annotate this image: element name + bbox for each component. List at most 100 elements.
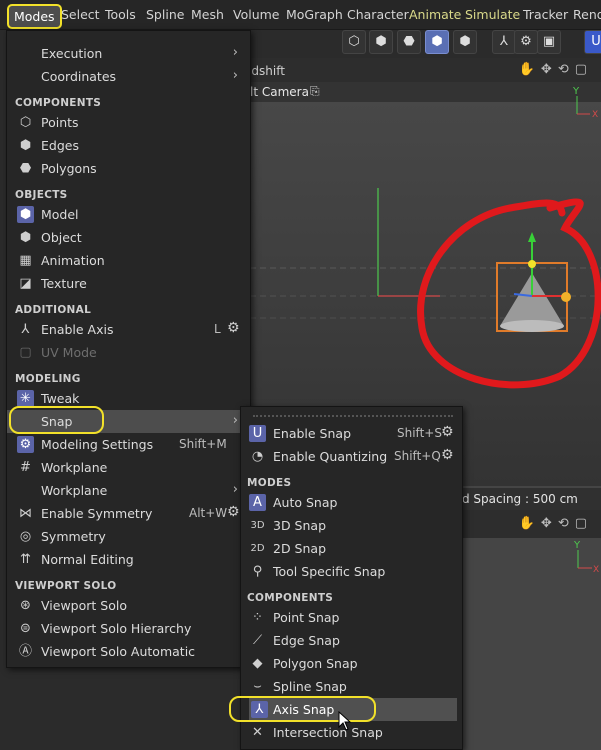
- viewport-solo-label: Viewport Solo: [41, 598, 127, 613]
- gear-icon[interactable]: ⚙: [441, 447, 454, 463]
- texture-icon: ◪: [19, 276, 32, 291]
- menu-tools[interactable]: Tools: [105, 7, 136, 22]
- mouse-cursor-icon: [338, 711, 352, 731]
- modeling-settings-icon: ⚙: [17, 436, 34, 453]
- menu-item-normal-editing[interactable]: ⇈ Normal Editing: [7, 548, 250, 571]
- menu-select[interactable]: Select: [61, 7, 100, 22]
- menu-item-2d-snap[interactable]: 2D 2D Snap: [241, 537, 462, 560]
- menu-render[interactable]: Rende: [573, 7, 601, 22]
- solo-icon[interactable]: ▣: [537, 30, 561, 54]
- menu-tracker[interactable]: Tracker: [523, 7, 568, 22]
- menu-item-tool-specific-snap[interactable]: ⚲ Tool Specific Snap: [241, 560, 462, 583]
- menu-item-viewport-solo-hierarchy[interactable]: ⊜ Viewport Solo Hierarchy: [7, 617, 250, 640]
- 3d-snap-icon: 3D: [250, 520, 265, 531]
- menu-item-symmetry[interactable]: ◎ Symmetry: [7, 525, 250, 548]
- menu-item-texture[interactable]: ◪ Texture: [7, 272, 250, 295]
- menu-item-object[interactable]: ⬢ Object: [7, 226, 250, 249]
- svg-text:Y: Y: [573, 540, 581, 551]
- magnet-icon: U: [249, 425, 266, 442]
- symmetry-tag-icon: ◎: [19, 529, 32, 544]
- menu-item-auto-snap[interactable]: A Auto Snap: [241, 491, 462, 514]
- viewport-solo-hierarchy-label: Viewport Solo Hierarchy: [41, 621, 192, 636]
- modeling-settings-shortcut: Shift+M: [179, 437, 227, 451]
- menu-item-point-snap[interactable]: ⁘ Point Snap: [241, 606, 462, 629]
- workplane-label: Workplane: [41, 460, 108, 475]
- animation-icon: ▦: [19, 253, 32, 268]
- axis-icon: ⅄: [21, 322, 30, 337]
- gear-icon[interactable]: ⚙: [514, 30, 538, 54]
- edge-snap-label: Edge Snap: [273, 633, 340, 648]
- edges-icon: ⬢: [19, 138, 32, 153]
- menu-item-enable-symmetry[interactable]: ⋈ Enable Symmetry Alt+W ⚙: [7, 502, 250, 525]
- points-mode-icon[interactable]: ⬡: [342, 30, 366, 54]
- object-mode-icon[interactable]: ⬢: [453, 30, 477, 54]
- menu-item-enable-quantizing[interactable]: ◔ Enable Quantizing Shift+Q ⚙: [241, 445, 462, 468]
- menu-mesh[interactable]: Mesh: [191, 7, 224, 22]
- section-modes: MODES: [247, 477, 292, 489]
- enable-symmetry-label: Enable Symmetry: [41, 506, 153, 521]
- menu-animate[interactable]: Animate: [409, 7, 461, 22]
- navigation-icons-2[interactable]: ✋✥⟲▢: [519, 516, 593, 531]
- animation-label: Animation: [41, 253, 105, 268]
- point-snap-label: Point Snap: [273, 610, 340, 625]
- menu-item-polygon-snap[interactable]: ◆ Polygon Snap: [241, 652, 462, 675]
- gear-icon[interactable]: ⚙: [441, 424, 454, 440]
- gear-icon[interactable]: ⚙: [227, 320, 240, 336]
- edges-mode-icon[interactable]: ⬢: [369, 30, 393, 54]
- gear-icon[interactable]: ⚙: [227, 504, 240, 520]
- menu-item-enable-snap[interactable]: U Enable Snap Shift+S ⚙: [241, 422, 462, 445]
- workplane-sub-label: Workplane: [41, 483, 108, 498]
- menu-item-viewport-solo-automatic[interactable]: Ⓐ Viewport Solo Automatic: [7, 640, 250, 663]
- chevron-right-icon: ›: [232, 482, 238, 497]
- menu-item-edges[interactable]: ⬢ Edges: [7, 134, 250, 157]
- section-objects: OBJECTS: [15, 189, 68, 201]
- menu-spline[interactable]: Spline: [146, 7, 184, 22]
- svg-text:Y: Y: [572, 86, 580, 97]
- model-mode-icon[interactable]: ⬢: [425, 30, 449, 54]
- menu-item-polygons[interactable]: ⬣ Polygons: [7, 157, 250, 180]
- menu-character[interactable]: Character: [347, 7, 409, 22]
- polygons-icon: ⬣: [19, 161, 32, 176]
- viewport-solo-automatic-label: Viewport Solo Automatic: [41, 644, 196, 659]
- menu-item-enable-axis[interactable]: ⅄ Enable Axis L ⚙: [7, 318, 250, 341]
- workplane-icon: #: [20, 460, 31, 475]
- menu-item-coordinates[interactable]: Coordinates ›: [7, 65, 250, 88]
- menu-mograph[interactable]: MoGraph: [286, 7, 343, 22]
- menu-item-edge-snap[interactable]: ⟋ Edge Snap: [241, 629, 462, 652]
- grid-spacing-label: d Spacing : 500 cm: [462, 492, 578, 506]
- auto-snap-icon: A: [249, 494, 266, 511]
- tool-snap-icon: ⚲: [252, 564, 263, 579]
- menu-item-viewport-solo[interactable]: ⊛ Viewport Solo: [7, 594, 250, 617]
- model-label: Model: [41, 207, 79, 222]
- symmetry-label: Symmetry: [41, 529, 106, 544]
- object-label: Object: [41, 230, 82, 245]
- points-icon: ⬡: [19, 115, 32, 130]
- section-viewport-solo: VIEWPORT SOLO: [15, 580, 117, 592]
- menu-item-workplane[interactable]: # Workplane: [7, 456, 250, 479]
- axis-toggle-icon[interactable]: ⅄: [492, 30, 516, 54]
- enable-snap-shortcut: Shift+S: [397, 426, 442, 440]
- menu-item-3d-snap[interactable]: 3D 3D Snap: [241, 514, 462, 537]
- texture-label: Texture: [41, 276, 87, 291]
- menu-volume[interactable]: Volume: [233, 7, 280, 22]
- menu-item-modeling-settings[interactable]: ⚙ Modeling Settings Shift+M: [7, 433, 250, 456]
- spline-snap-icon: ⌣: [253, 679, 262, 694]
- chevron-right-icon: ›: [232, 68, 238, 83]
- 3d-snap-label: 3D Snap: [273, 518, 327, 533]
- menu-modes[interactable]: Modes: [7, 4, 62, 29]
- polygons-mode-icon[interactable]: ⬣: [397, 30, 421, 54]
- polygon-snap-label: Polygon Snap: [273, 656, 358, 671]
- menu-item-points[interactable]: ⬡ Points: [7, 111, 250, 134]
- menu-item-spline-snap[interactable]: ⌣ Spline Snap: [241, 675, 462, 698]
- menu-simulate[interactable]: Simulate: [465, 7, 520, 22]
- enable-symmetry-shortcut: Alt+W: [189, 506, 228, 520]
- section-modeling: MODELING: [15, 373, 81, 385]
- menu-item-model[interactable]: ⬢ Model: [7, 203, 250, 226]
- enable-axis-shortcut: L: [214, 322, 221, 336]
- tear-off-handle[interactable]: [253, 415, 453, 417]
- menu-item-workplane-sub[interactable]: Workplane ›: [7, 479, 250, 502]
- menu-item-execution[interactable]: Execution ›: [7, 42, 250, 65]
- intersection-snap-label: Intersection Snap: [273, 725, 383, 740]
- magnet-icon[interactable]: U: [584, 30, 601, 54]
- menu-item-animation[interactable]: ▦ Animation: [7, 249, 250, 272]
